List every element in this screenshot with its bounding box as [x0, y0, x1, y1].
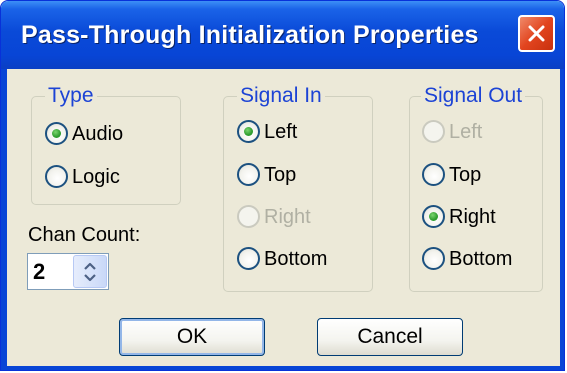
signal-in-groupbox: Signal In Left Top Right Bottom	[223, 84, 373, 292]
type-logic-radio[interactable]: Logic	[45, 162, 155, 192]
close-icon	[528, 25, 545, 42]
radio-label: Bottom	[449, 248, 513, 270]
chan-count-value[interactable]: 2	[33, 254, 45, 289]
radio-indicator	[237, 163, 260, 186]
radio-label: Left	[449, 121, 483, 143]
signal-out-right-radio[interactable]: Right	[422, 202, 532, 232]
window-title: Pass-Through Initialization Properties	[21, 21, 479, 49]
radio-label: Top	[264, 164, 297, 186]
chan-count-label: Chan Count:	[28, 224, 141, 246]
radio-indicator	[237, 205, 260, 228]
radio-selected-dot	[244, 127, 253, 136]
radio-label: Right	[449, 206, 496, 228]
signal-in-top-radio[interactable]: Top	[237, 160, 347, 190]
radio-label: Left	[264, 121, 298, 143]
signal-in-bottom-radio[interactable]: Bottom	[237, 244, 357, 274]
type-groupbox: Type Audio Logic	[31, 84, 181, 205]
signal-out-groupbox: Signal Out Left Top Right Bottom	[409, 84, 543, 292]
radio-selected-dot	[429, 212, 438, 221]
cancel-button[interactable]: Cancel	[317, 318, 463, 356]
type-audio-radio[interactable]: Audio	[45, 119, 155, 149]
radio-label: Logic	[72, 166, 120, 188]
signal-out-top-radio[interactable]: Top	[422, 160, 532, 190]
window-frame-bottom	[1, 366, 564, 370]
dialog-window: Pass-Through Initialization Properties T…	[0, 0, 565, 371]
signal-in-left-radio[interactable]: Left	[237, 117, 347, 147]
title-bar[interactable]: Pass-Through Initialization Properties	[1, 1, 564, 69]
radio-indicator	[422, 205, 445, 228]
spin-arrows-icon[interactable]	[83, 261, 97, 283]
dialog-client-area: Type Audio Logic Chan Count: 2 Signal In…	[7, 69, 560, 366]
radio-indicator	[422, 247, 445, 270]
radio-label: Audio	[72, 123, 124, 145]
radio-indicator	[45, 165, 68, 188]
signal-out-group-label: Signal Out	[421, 84, 526, 108]
signal-out-left-radio: Left	[422, 117, 532, 147]
radio-indicator	[45, 122, 68, 145]
radio-indicator	[237, 247, 260, 270]
radio-selected-dot	[52, 129, 61, 138]
radio-label: Bottom	[264, 248, 328, 270]
signal-in-right-radio: Right	[237, 202, 347, 232]
radio-label: Right	[264, 206, 311, 228]
chan-count-spinner[interactable]: 2	[27, 253, 109, 290]
radio-label: Top	[449, 164, 482, 186]
signal-out-bottom-radio[interactable]: Bottom	[422, 244, 537, 274]
signal-in-group-label: Signal In	[237, 84, 325, 108]
radio-indicator	[422, 163, 445, 186]
window-frame-right	[560, 69, 564, 370]
ok-button[interactable]: OK	[119, 318, 265, 356]
type-group-label: Type	[45, 84, 97, 108]
radio-indicator	[422, 120, 445, 143]
radio-indicator	[237, 120, 260, 143]
spin-buttons[interactable]	[73, 255, 107, 288]
close-button[interactable]	[518, 15, 555, 52]
